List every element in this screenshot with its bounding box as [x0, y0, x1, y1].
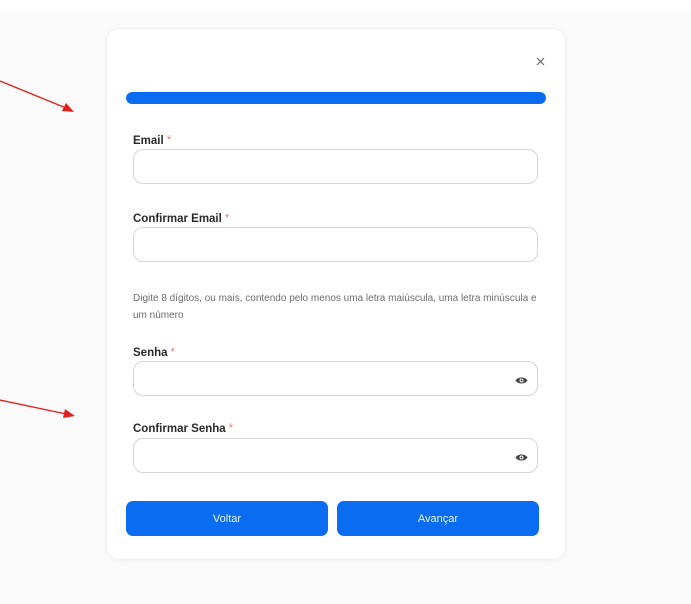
annotation-arrow-progress [0, 80, 74, 112]
confirm-email-label-text: Confirmar Email [133, 213, 222, 225]
required-mark: * [170, 347, 175, 359]
confirm-password-label-text: Confirmar Senha [133, 423, 226, 435]
password-label: Senha * [133, 347, 175, 359]
eye-icon [515, 454, 527, 460]
show-confirm-password-button[interactable] [513, 451, 529, 463]
required-mark: * [228, 423, 234, 435]
email-label: Email * [133, 135, 171, 147]
back-button[interactable]: Voltar [126, 501, 328, 536]
confirm-email-label: Confirmar Email * [133, 213, 229, 225]
confirm-password-field[interactable] [133, 438, 538, 473]
annotation-arrow-password [0, 399, 75, 418]
password-field[interactable] [133, 361, 538, 396]
signup-modal: Email * Confirmar Email * Digite 8 dígitos… [107, 29, 565, 559]
next-button[interactable]: Avançar [337, 501, 539, 536]
close-button[interactable] [531, 52, 549, 70]
eye-icon [515, 377, 527, 383]
email-label-text: Email [133, 135, 164, 147]
show-password-button[interactable] [513, 374, 529, 386]
confirm-email-field[interactable] [133, 227, 538, 262]
required-mark: * [166, 135, 172, 147]
close-icon [536, 57, 544, 65]
progress-fill [126, 92, 546, 104]
password-hint: Digite 8 dígitos, ou mais, contendo pelo… [133, 293, 537, 321]
confirm-password-label: Confirmar Senha * [133, 423, 233, 435]
password-label-text: Senha [133, 347, 168, 359]
progress-bar [126, 92, 546, 104]
required-mark: * [224, 213, 230, 225]
email-field[interactable] [133, 149, 538, 184]
